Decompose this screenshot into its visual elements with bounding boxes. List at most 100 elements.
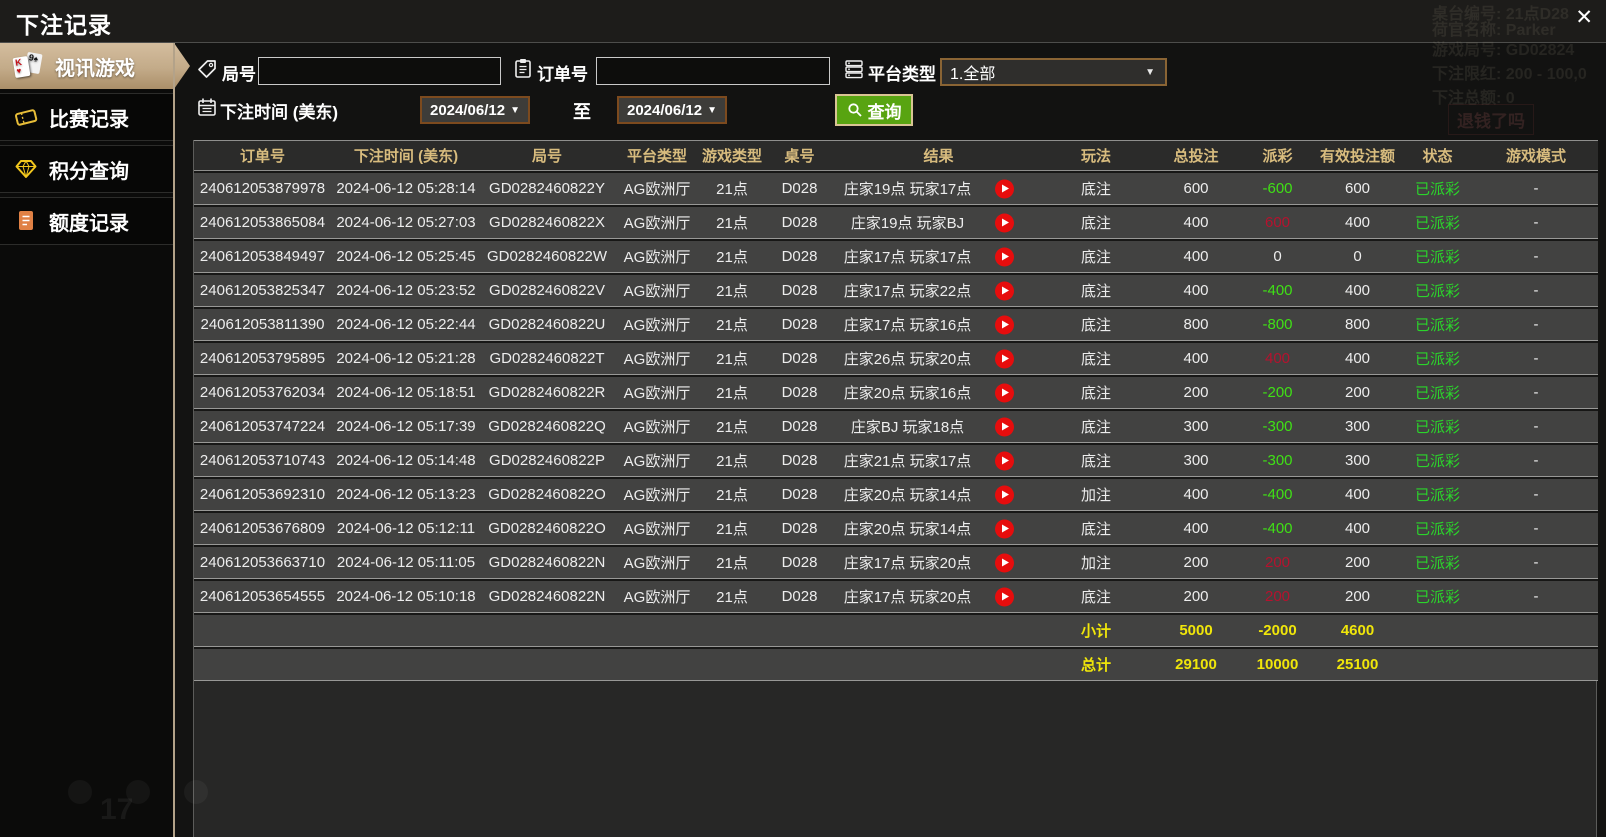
table-row: 240612053762034 2024-06-12 05:18:51 GD02…: [194, 375, 1598, 409]
round-label: 局号: [222, 65, 256, 84]
cell-payout: -800: [1241, 307, 1314, 341]
total-payout: 10000: [1241, 647, 1314, 681]
cell-game-mode: -: [1474, 477, 1598, 511]
date-to-picker[interactable]: 2024/06/12 ▼: [617, 96, 727, 124]
sidebar-divider: [173, 43, 175, 837]
status-badge: 已派彩: [1401, 307, 1474, 341]
col-play-type: 玩法: [1041, 140, 1151, 171]
total-row: 总计 29100 10000 25100: [194, 647, 1598, 681]
cell-game-type: 21点: [701, 409, 763, 443]
col-payout: 派彩: [1241, 140, 1314, 171]
col-game-type: 游戏类型: [701, 140, 763, 171]
cell-order: 240612053747224: [194, 409, 331, 443]
cell-valid-bet: 200: [1314, 375, 1401, 409]
subtotal-bet: 5000: [1151, 613, 1241, 647]
ticket-icon: [14, 109, 38, 126]
cell-payout: -400: [1241, 273, 1314, 307]
status-badge: 已派彩: [1401, 273, 1474, 307]
cell-table-no: D028: [763, 375, 836, 409]
platform-select[interactable]: 1.全部 ▼: [940, 58, 1167, 86]
status-badge: 已派彩: [1401, 477, 1474, 511]
subtotal-label: 小计: [1041, 613, 1151, 647]
cell-round: GD0282460822W: [481, 239, 613, 273]
cell-valid-bet: 200: [1314, 545, 1401, 579]
cell-valid-bet: 200: [1314, 579, 1401, 613]
query-button[interactable]: 查询: [835, 94, 913, 126]
cell-valid-bet: 400: [1314, 511, 1401, 545]
result-text: 庄家17点 玩家20点: [843, 555, 972, 572]
result-text: 庄家26点 玩家20点: [843, 351, 972, 368]
cell-play-type: 底注: [1041, 273, 1151, 307]
play-video-icon[interactable]: [995, 315, 1014, 334]
status-badge: 已派彩: [1401, 205, 1474, 239]
status-badge: 已派彩: [1401, 239, 1474, 273]
subtotal-row: 小计 5000 -2000 4600: [194, 613, 1598, 647]
cell-platform: AG欧洲厅: [613, 545, 701, 579]
cell-order: 240612053811390: [194, 307, 331, 341]
result-text: 庄家17点 玩家20点: [843, 589, 972, 606]
cell-order: 240612053762034: [194, 375, 331, 409]
cell-payout: -400: [1241, 477, 1314, 511]
cell-result: 庄家20点 玩家14点: [836, 477, 1041, 511]
sidebar-item-quota-records[interactable]: 额度记录: [0, 197, 173, 245]
cell-order: 240612053825347: [194, 273, 331, 307]
date-from-picker[interactable]: 2024/06/12 ▼: [420, 96, 530, 124]
cell-round: GD0282460822X: [481, 205, 613, 239]
to-label: 至: [573, 102, 591, 122]
play-video-icon[interactable]: [995, 281, 1014, 300]
table-row: 240612053865084 2024-06-12 05:27:03 GD02…: [194, 205, 1598, 239]
cell-round: GD0282460822R: [481, 375, 613, 409]
cell-table-no: D028: [763, 511, 836, 545]
order-input[interactable]: [596, 57, 830, 85]
round-input[interactable]: [258, 57, 501, 85]
cell-platform: AG欧洲厅: [613, 273, 701, 307]
document-icon: [19, 211, 33, 230]
sidebar-item-label: 额度记录: [49, 212, 129, 235]
cell-payout: 200: [1241, 579, 1314, 613]
cell-game-mode: -: [1474, 273, 1598, 307]
status-badge: 已派彩: [1401, 341, 1474, 375]
cell-round: GD0282460822T: [481, 341, 613, 375]
play-video-icon[interactable]: [995, 553, 1014, 572]
cell-result: 庄家17点 玩家20点: [836, 545, 1041, 579]
cell-total-bet: 200: [1151, 545, 1241, 579]
cell-play-type: 底注: [1041, 443, 1151, 477]
play-video-icon[interactable]: [995, 247, 1014, 266]
cell-order: 240612053849497: [194, 239, 331, 273]
table-row: 240612053849497 2024-06-12 05:25:45 GD02…: [194, 239, 1598, 273]
play-video-icon[interactable]: [995, 451, 1014, 470]
cell-total-bet: 800: [1151, 307, 1241, 341]
subtotal-valid: 4600: [1314, 613, 1401, 647]
cell-total-bet: 200: [1151, 375, 1241, 409]
sidebar-item-match-records[interactable]: 比赛记录: [0, 93, 173, 141]
cell-game-type: 21点: [701, 239, 763, 273]
sidebar-item-label: 比赛记录: [49, 108, 129, 131]
status-badge: 已派彩: [1401, 375, 1474, 409]
play-video-icon[interactable]: [995, 383, 1014, 402]
play-video-icon[interactable]: [995, 179, 1014, 198]
play-video-icon[interactable]: [995, 213, 1014, 232]
table-row: 240612053825347 2024-06-12 05:23:52 GD02…: [194, 273, 1598, 307]
cell-platform: AG欧洲厅: [613, 307, 701, 341]
cell-total-bet: 400: [1151, 511, 1241, 545]
cell-valid-bet: 800: [1314, 307, 1401, 341]
cell-table-no: D028: [763, 341, 836, 375]
cell-time: 2024-06-12 05:18:51: [331, 375, 481, 409]
play-video-icon[interactable]: [995, 587, 1014, 606]
play-video-icon[interactable]: [995, 417, 1014, 436]
cell-table-no: D028: [763, 409, 836, 443]
play-video-icon[interactable]: [995, 485, 1014, 504]
sidebar-item-points-query[interactable]: 积分查询: [0, 145, 173, 193]
cell-order: 240612053879978: [194, 171, 331, 205]
cell-result: 庄家21点 玩家17点: [836, 443, 1041, 477]
cell-result: 庄家19点 玩家BJ: [836, 205, 1041, 239]
cell-table-no: D028: [763, 477, 836, 511]
cell-valid-bet: 0: [1314, 239, 1401, 273]
cell-game-mode: -: [1474, 341, 1598, 375]
records-table-container: 订单号 下注时间 (美东) 局号 平台类型 游戏类型 桌号 结果 玩法 总投注 …: [193, 140, 1598, 837]
close-icon[interactable]: ✕: [1575, 7, 1593, 28]
table-row: 240612053795895 2024-06-12 05:21:28 GD02…: [194, 341, 1598, 375]
cell-game-type: 21点: [701, 443, 763, 477]
play-video-icon[interactable]: [995, 519, 1014, 538]
play-video-icon[interactable]: [995, 349, 1014, 368]
